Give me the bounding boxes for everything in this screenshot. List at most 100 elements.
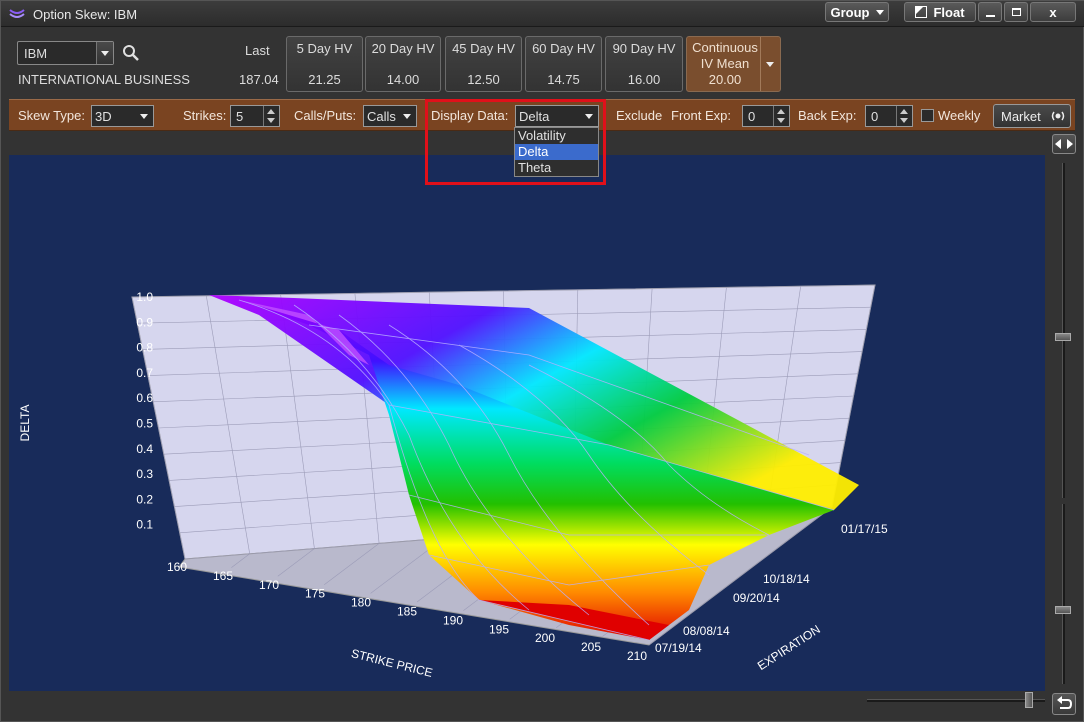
skew-type-value: 3D [95, 109, 112, 124]
delta-axis-label: DELTA [18, 405, 32, 442]
vertical-slider-top-thumb[interactable] [1055, 333, 1071, 341]
exclude-label: Exclude [616, 108, 662, 123]
hv-value: 21.25 [287, 72, 362, 87]
hv-60day-box[interactable]: 60 Day HV 14.75 [525, 36, 602, 92]
hv-label: 5 Day HV [287, 41, 362, 56]
delta-tick-label: 0.5 [136, 417, 153, 431]
maximize-button[interactable] [1004, 2, 1028, 22]
front-exp-stepper[interactable]: 0 [742, 105, 790, 127]
panel-toggle-button[interactable] [1052, 134, 1076, 154]
weekly-label: Weekly [938, 108, 980, 123]
option-skew-window: Option Skew: IBM Group Float x IBM INTER… [0, 0, 1084, 722]
strike-axis-label: STRIKE PRICE [350, 646, 434, 680]
company-name: INTERNATIONAL BUSINESS [18, 72, 190, 87]
back-exp-label: Back Exp: [798, 108, 857, 123]
hv-label: 60 Day HV [526, 41, 601, 56]
dropdown-option-delta[interactable]: Delta [515, 144, 598, 160]
strikes-value: 5 [236, 109, 243, 124]
hv-value: 12.50 [446, 72, 521, 87]
continuous-line2: IV Mean [689, 56, 761, 72]
chevron-down-icon [585, 114, 593, 119]
skew-3d-plot[interactable]: DELTA STRIKE PRICE EXPIRATION 1.00.90.80… [9, 155, 1045, 691]
close-icon: x [1049, 5, 1056, 20]
chevron-down-icon [766, 62, 774, 67]
last-label: Last [245, 43, 270, 58]
delta-tick-label: 0.8 [136, 341, 153, 355]
dropdown-option-volatility[interactable]: Volatility [515, 128, 598, 144]
strike-tick-label: 170 [259, 578, 279, 592]
strike-tick-label: 190 [443, 613, 463, 627]
undo-icon [1053, 694, 1075, 714]
expiration-tick-label: 10/18/14 [763, 572, 810, 586]
symbol-value: IBM [24, 46, 47, 61]
back-exp-stepper[interactable]: 0 [865, 105, 913, 127]
front-exp-spin-arrows[interactable] [773, 106, 789, 126]
search-icon[interactable] [122, 44, 140, 62]
skew-type-label: Skew Type: [18, 108, 85, 123]
app-logo-icon [9, 7, 25, 21]
float-label: Float [933, 5, 964, 20]
float-button[interactable]: Float [904, 2, 976, 22]
hv-value: 14.75 [526, 72, 601, 87]
strike-tick-label: 185 [397, 605, 417, 619]
symbol-dropdown-button[interactable] [96, 42, 113, 64]
strike-tick-label: 165 [213, 569, 233, 583]
strike-tick-label: 205 [581, 640, 601, 654]
delta-tick-label: 0.1 [136, 518, 153, 532]
hv-label: 90 Day HV [606, 41, 682, 56]
strikes-spin-arrows[interactable] [263, 106, 279, 126]
reset-view-button[interactable] [1052, 693, 1076, 715]
skew-type-select[interactable]: 3D [91, 105, 154, 127]
dropdown-option-theta[interactable]: Theta [515, 160, 598, 176]
chevron-down-icon [403, 114, 411, 119]
strike-tick-label: 200 [535, 631, 555, 645]
hv-20day-box[interactable]: 20 Day HV 14.00 [365, 36, 441, 92]
continuous-value: 20.00 [689, 72, 761, 88]
callsputs-select[interactable]: Calls [363, 105, 417, 127]
hv-90day-box[interactable]: 90 Day HV 16.00 [605, 36, 683, 92]
vertical-slider-bottom-track[interactable] [1062, 504, 1065, 684]
expiration-tick-label: 08/08/14 [683, 624, 730, 638]
group-label: Group [831, 5, 870, 20]
symbol-combobox[interactable]: IBM [17, 41, 114, 65]
hv-label: 20 Day HV [366, 41, 440, 56]
front-exp-label: Front Exp: [671, 108, 731, 123]
weekly-checkbox[interactable] [921, 109, 934, 122]
chevron-down-icon [101, 51, 109, 56]
broadcast-icon [1049, 108, 1067, 124]
maximize-icon [1012, 8, 1021, 16]
chevron-down-icon [900, 118, 908, 123]
vertical-slider-top-track[interactable] [1062, 163, 1065, 498]
chevron-down-icon [267, 118, 275, 123]
continuous-iv-mean-box[interactable]: Continuous IV Mean 20.00 [686, 36, 781, 92]
horizontal-slider-thumb[interactable] [1025, 692, 1033, 708]
expiration-tick-label: 07/19/14 [655, 641, 702, 655]
group-button[interactable]: Group [825, 2, 889, 22]
left-right-arrows-icon [1053, 135, 1075, 153]
expiration-axis-label: EXPIRATION [755, 622, 823, 673]
callsputs-label: Calls/Puts: [294, 108, 356, 123]
back-exp-value: 0 [871, 109, 878, 124]
continuous-dropdown-button[interactable] [760, 37, 780, 91]
hv-45day-box[interactable]: 45 Day HV 12.50 [445, 36, 522, 92]
back-exp-spin-arrows[interactable] [896, 106, 912, 126]
callsputs-value: Calls [367, 109, 396, 124]
delta-axis-ticks: 1.00.90.80.70.60.50.40.30.20.1 [136, 290, 153, 532]
title-bar[interactable]: Option Skew: IBM Group Float x [1, 1, 1084, 27]
market-button[interactable]: Market [993, 104, 1071, 128]
strike-tick-label: 210 [627, 649, 647, 663]
strike-tick-label: 175 [305, 587, 325, 601]
horizontal-slider-track[interactable] [867, 699, 1045, 702]
chevron-down-icon [140, 114, 148, 119]
strike-tick-label: 180 [351, 596, 371, 610]
minimize-button[interactable] [978, 2, 1002, 22]
display-data-dropdown-list: Volatility Delta Theta [514, 127, 599, 177]
hv-value: 16.00 [606, 72, 682, 87]
delta-tick-label: 0.7 [136, 366, 153, 380]
hv-5day-box[interactable]: 5 Day HV 21.25 [286, 36, 363, 92]
close-button[interactable]: x [1030, 2, 1076, 22]
vertical-slider-bottom-thumb[interactable] [1055, 606, 1071, 614]
plot-svg: DELTA STRIKE PRICE EXPIRATION 1.00.90.80… [9, 155, 1045, 691]
strikes-stepper[interactable]: 5 [230, 105, 280, 127]
display-data-select[interactable]: Delta [515, 105, 599, 127]
